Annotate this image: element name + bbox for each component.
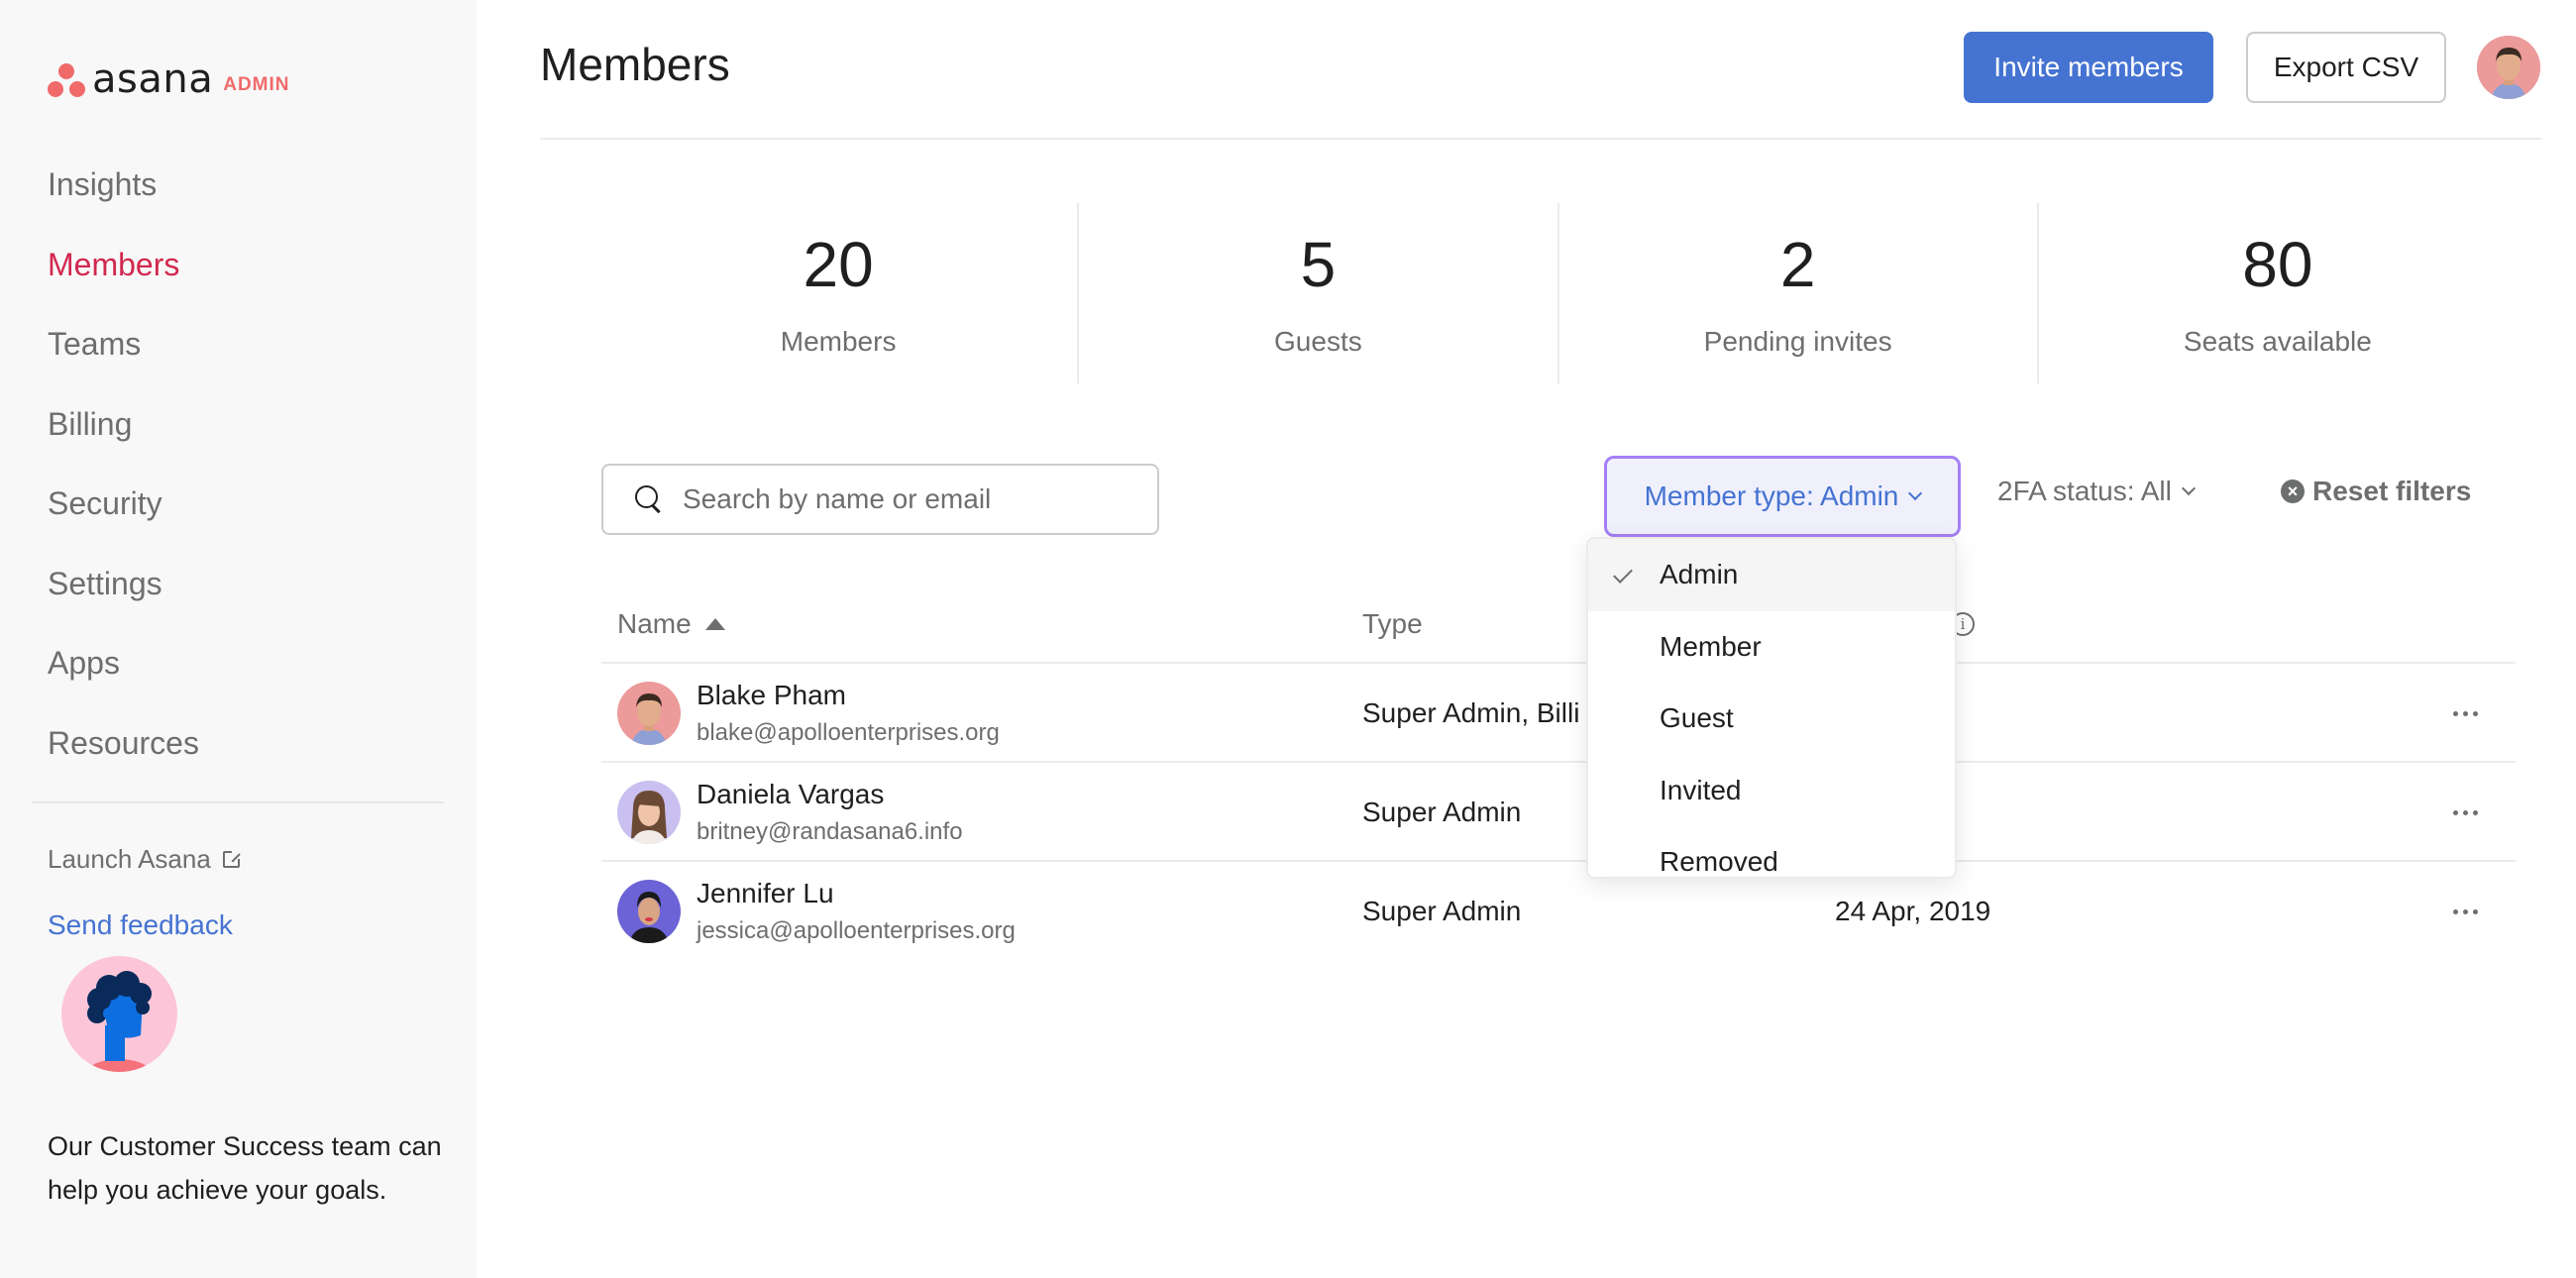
launch-asana-label: Launch Asana [48,844,211,874]
clear-circle-icon: × [2281,479,2305,503]
sidebar-item-apps[interactable]: Apps [48,637,199,717]
stat-value: 80 [2242,229,2313,300]
export-csv-button[interactable]: Export CSV [2246,32,2446,103]
stat-pending-invites: 2 Pending invites [1556,203,2037,383]
dropdown-option-label: Guest [1660,702,1734,734]
sort-ascending-icon [704,618,725,630]
member-name: Daniela Vargas [697,779,885,809]
stat-value: 2 [1779,229,1816,300]
invite-members-button[interactable]: Invite members [1964,32,2213,103]
sidebar: asana ADMIN Insights Members Teams Billi… [0,0,477,1278]
2fa-status-filter[interactable]: 2FA status: All [1997,476,2196,507]
member-name: Jennifer Lu [697,878,834,908]
reset-filters-button[interactable]: × Reset filters [2281,476,2471,507]
stat-seats-available: 80 Seats available [2036,203,2517,383]
stat-label: Guests [1274,326,1362,357]
table-row[interactable]: Jennifer Lu jessica@apolloenterprises.or… [601,862,2516,961]
chevron-down-icon [2181,480,2196,496]
user-avatar[interactable] [2477,36,2540,99]
sidebar-item-security[interactable]: Security [48,478,199,558]
stat-label: Pending invites [1703,326,1892,357]
sidebar-item-members[interactable]: Members [48,239,199,319]
members-table: Name Type ity i Blake Pham blake@apolloe… [601,585,2516,961]
more-options-button[interactable] [2439,693,2491,733]
stat-label: Members [780,326,897,357]
asana-admin-logo[interactable]: asana ADMIN [47,59,290,99]
sidebar-item-insights[interactable]: Insights [48,159,199,239]
table-row[interactable]: Blake Pham blake@apolloenterprises.org S… [601,664,2516,763]
member-name: Blake Pham [697,680,846,710]
sidebar-item-settings[interactable]: Settings [48,558,199,638]
search-input[interactable] [683,483,1138,515]
page-title: Members [540,39,730,90]
avatar [617,682,681,745]
search-icon [635,485,663,513]
asana-logo-icon [47,63,86,99]
column-name-label: Name [617,608,692,639]
column-header-name[interactable]: Name [617,608,725,640]
member-type-filter[interactable]: Member type: Admin [1604,456,1961,537]
stat-guests: 5 Guests [1077,203,1556,383]
more-options-button[interactable] [2439,793,2491,832]
member-type-filter-label: Member type: Admin [1644,480,1899,511]
stat-value: 5 [1300,229,1337,300]
dropdown-option-label: Invited [1660,774,1742,805]
launch-asana-link[interactable]: Launch Asana [48,844,241,875]
header-divider [540,138,2541,140]
member-email: jessica@apolloenterprises.org [697,917,1016,944]
external-link-icon [222,850,241,868]
sidebar-nav: Insights Members Teams Billing Security … [48,159,199,797]
reset-filters-label: Reset filters [2312,476,2472,506]
last-activity-date: 24 Apr, 2019 [1835,896,1991,926]
column-type-label: Type [1362,608,1423,639]
stat-label: Seats available [2183,326,2372,357]
logo-admin-suffix: ADMIN [223,74,290,95]
table-header: Name Type ity i [601,585,2516,664]
search-field[interactable] [601,464,1159,535]
dropdown-option-removed[interactable]: Removed [1588,826,1955,878]
more-options-button[interactable] [2439,892,2491,931]
check-icon [1613,564,1633,584]
dropdown-option-label: Admin [1660,559,1739,590]
member-type: Super Admin [1362,896,1522,926]
member-type: Super Admin [1362,797,1522,827]
stat-value: 20 [803,229,874,300]
dropdown-option-member[interactable]: Member [1588,611,1955,684]
dropdown-option-invited[interactable]: Invited [1588,755,1955,827]
stat-members: 20 Members [599,203,1077,383]
dropdown-option-guest[interactable]: Guest [1588,683,1955,755]
sidebar-item-teams[interactable]: Teams [48,318,199,398]
sidebar-divider [32,801,444,803]
column-header-type[interactable]: Type [1362,608,1423,640]
stats-summary: 20 Members 5 Guests 2 Pending invites 80… [599,203,2517,383]
sidebar-item-billing[interactable]: Billing [48,398,199,479]
avatar [617,880,681,943]
dropdown-option-admin[interactable]: Admin [1588,539,1955,611]
member-email: blake@apolloenterprises.org [697,719,1000,746]
logo-wordmark: asana [92,56,214,102]
sidebar-item-resources[interactable]: Resources [48,717,199,798]
customer-success-illustration [61,956,177,1072]
member-email: britney@randasana6.info [697,818,963,845]
member-type: Super Admin, Billi [1362,697,1580,728]
dropdown-option-label: Member [1660,630,1762,662]
customer-success-promo: Our Customer Success team can help you a… [48,1131,442,1205]
send-feedback-link[interactable]: Send feedback [48,909,233,941]
chevron-down-icon [1908,485,1923,501]
avatar [617,781,681,844]
member-type-dropdown-menu: Admin Member Guest Invited Removed [1586,537,1957,879]
2fa-status-filter-label: 2FA status: All [1997,476,2172,506]
dropdown-option-label: Removed [1660,846,1778,878]
table-row[interactable]: Daniela Vargas britney@randasana6.info S… [601,763,2516,862]
